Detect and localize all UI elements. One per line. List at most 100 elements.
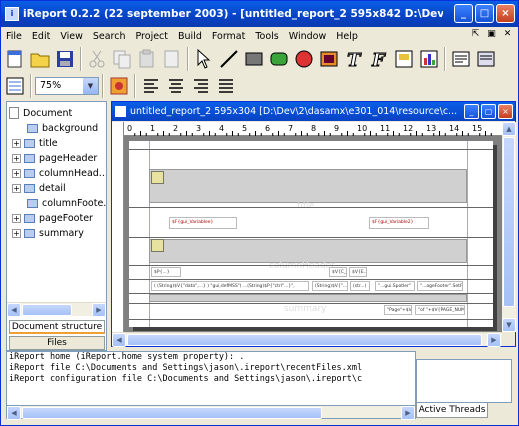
fonts-icon[interactable]: [107, 73, 131, 99]
menu-format[interactable]: Format: [207, 31, 250, 42]
text-field-var-c[interactable]: $V{C_...}: [329, 267, 347, 277]
tree-node-detail[interactable]: + detail: [12, 181, 66, 195]
tree-node-columnheader[interactable]: + columnHead...: [12, 166, 106, 180]
title-bar[interactable]: i iReport 0.2.2 (22 september 2003) - [u…: [1, 1, 518, 27]
scroll-thumb[interactable]: [127, 334, 482, 346]
pointer-icon[interactable]: [192, 46, 216, 72]
total-pages-field[interactable]: "of "+$V{PAGE_NUMBER}+"": [415, 305, 465, 315]
text-field-variable1[interactable]: $F{gui_Variablee}: [169, 217, 237, 229]
tree-node-pageheader[interactable]: + pageHeader: [12, 151, 97, 165]
new-icon[interactable]: [3, 46, 27, 72]
image-element-icon[interactable]: [151, 239, 164, 252]
tab-active-threads[interactable]: Active Threads: [416, 403, 488, 418]
title-band[interactable]: [149, 169, 467, 203]
scroll-right-icon[interactable]: ▶: [92, 303, 106, 317]
ellipse-icon[interactable]: [292, 46, 316, 72]
tree-node-title[interactable]: + title: [12, 136, 58, 150]
mdi-close-icon[interactable]: ✕: [501, 28, 514, 41]
expression-field-1[interactable]: ( (String)$V{"data",...} ) "gui,defMSS"(…: [151, 281, 309, 291]
open-icon[interactable]: [28, 46, 52, 72]
align-justify-icon[interactable]: [214, 73, 238, 99]
page-number-field[interactable]: "Page"+$V{...: [384, 305, 412, 315]
scroll-down-icon[interactable]: ▼: [502, 318, 516, 332]
subreport-icon[interactable]: [392, 46, 416, 72]
scroll-thumb[interactable]: [22, 304, 72, 316]
zoom-select[interactable]: 75% ▼: [35, 77, 99, 95]
scroll-up-icon[interactable]: ▲: [502, 122, 516, 136]
static-text-icon[interactable]: T: [342, 46, 366, 72]
pageheader-band[interactable]: [149, 239, 467, 263]
scroll-right-icon[interactable]: ▶: [487, 333, 501, 347]
align-right-icon[interactable]: [189, 73, 213, 99]
compile-icon[interactable]: [474, 46, 498, 72]
doc-maximize-button[interactable]: ▢: [481, 104, 496, 119]
report-canvas[interactable]: title $F{gui_Variablee} $F{gui_Variable2…: [124, 136, 502, 332]
expand-icon[interactable]: +: [12, 228, 21, 238]
scroll-left-icon[interactable]: ◀: [112, 333, 126, 347]
text-field-icon[interactable]: F: [367, 46, 391, 72]
copy-icon[interactable]: [110, 46, 134, 72]
doc-minimize-button[interactable]: _: [464, 104, 479, 119]
report-properties-icon[interactable]: [449, 46, 473, 72]
scroll-left-icon[interactable]: ◀: [7, 303, 21, 317]
tree-node-columnfooter[interactable]: columnFoote...: [27, 196, 106, 210]
expand-icon[interactable]: +: [12, 138, 21, 148]
canvas-vertical-scrollbar[interactable]: ▲ ▼: [502, 122, 516, 332]
save-icon[interactable]: [53, 46, 77, 72]
scroll-right-icon[interactable]: ▶: [401, 406, 415, 420]
menu-project[interactable]: Project: [131, 31, 174, 42]
rounded-rectangle-icon[interactable]: [267, 46, 291, 72]
text-field-variable2[interactable]: $F{gui_Variable2}: [369, 217, 429, 229]
chevron-down-icon[interactable]: ▼: [83, 78, 98, 94]
expand-icon[interactable]: +: [12, 168, 21, 178]
tree-node-summary[interactable]: + summary: [12, 226, 84, 240]
minimize-button[interactable]: _: [454, 4, 473, 23]
tab-document-structure[interactable]: Document structure: [9, 320, 105, 334]
expression-field-5[interactable]: "...ageFooter".SetField"V{...}: [417, 281, 463, 291]
rectangle-icon[interactable]: [242, 46, 266, 72]
menu-search[interactable]: Search: [88, 31, 131, 42]
tile-icon[interactable]: ⇱: [469, 28, 482, 41]
align-left-icon[interactable]: [139, 73, 163, 99]
menu-window[interactable]: Window: [284, 31, 331, 42]
tree-horizontal-scrollbar[interactable]: ◀ ▶: [7, 302, 106, 317]
menu-file[interactable]: File: [1, 31, 27, 42]
paste-icon[interactable]: [135, 46, 159, 72]
align-center-icon[interactable]: [164, 73, 188, 99]
doc-close-button[interactable]: ×: [498, 104, 513, 119]
undo-icon[interactable]: [160, 46, 184, 72]
text-field-var-e[interactable]: $V{E...}: [349, 267, 367, 277]
menu-build[interactable]: Build: [173, 31, 207, 42]
expand-icon[interactable]: +: [12, 213, 21, 223]
image-element-icon[interactable]: [151, 171, 164, 184]
expand-icon[interactable]: +: [12, 183, 21, 193]
menu-edit[interactable]: Edit: [27, 31, 55, 42]
scroll-thumb[interactable]: [22, 407, 322, 419]
scroll-left-icon[interactable]: ◀: [7, 406, 21, 420]
menu-tools[interactable]: Tools: [250, 31, 283, 42]
expand-icon[interactable]: +: [12, 153, 21, 163]
expression-field-4[interactable]: "...gui.Spotler": [375, 281, 415, 291]
tree-node-pagefooter[interactable]: + pageFooter: [12, 211, 93, 225]
tab-files[interactable]: Files: [9, 336, 105, 350]
image-icon[interactable]: [317, 46, 341, 72]
scroll-thumb[interactable]: [503, 137, 515, 307]
console-horizontal-scrollbar[interactable]: ◀ ▶: [6, 405, 416, 420]
restore-icon[interactable]: ▣: [485, 28, 498, 41]
detail-band[interactable]: [149, 294, 467, 302]
line-icon[interactable]: [217, 46, 241, 72]
expression-field-3[interactable]: (str...): [350, 281, 370, 291]
text-field-param[interactable]: $P{...}: [151, 267, 181, 277]
document-title-bar[interactable]: untitled_report_2 595x304 [D:\Dev\2\dasa…: [112, 102, 515, 121]
menu-help[interactable]: Help: [331, 31, 363, 42]
expression-field-2[interactable]: (String)$V{"..."}: [312, 281, 348, 291]
close-button[interactable]: ×: [496, 4, 515, 23]
structure-icon[interactable]: [3, 73, 27, 99]
cut-icon[interactable]: [85, 46, 109, 72]
tree-node-document[interactable]: Document: [9, 106, 72, 120]
maximize-button[interactable]: □: [475, 4, 494, 23]
tree-node-background[interactable]: background: [27, 121, 98, 135]
canvas-horizontal-scrollbar[interactable]: ◀ ▶: [112, 332, 502, 347]
chart-icon[interactable]: [417, 46, 441, 72]
menu-view[interactable]: View: [55, 31, 88, 42]
